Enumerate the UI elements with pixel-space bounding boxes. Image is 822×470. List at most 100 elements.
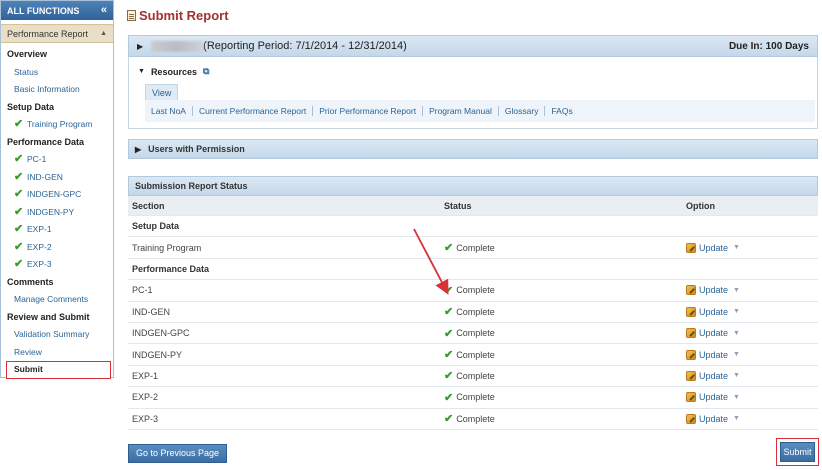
sidebar-item-label: Basic Information <box>14 84 80 94</box>
sidebar-item-pc-1[interactable]: ✔ PC-1 <box>1 151 113 169</box>
external-link-icon[interactable]: ⧉ <box>203 66 209 77</box>
status-cell: ✔ Complete <box>444 369 686 382</box>
pencil-icon[interactable] <box>686 349 696 360</box>
sidebar-item-review[interactable]: Review <box>1 344 113 362</box>
expand-triangle-icon[interactable]: ▶ <box>135 145 141 154</box>
table-row: PC-1 ✔ Complete Update ▼ <box>128 280 818 302</box>
option-cell: Update ▼ <box>686 328 818 339</box>
checkmark-icon: ✔ <box>14 240 24 253</box>
resource-link-program-manual[interactable]: Program Manual <box>422 106 498 116</box>
update-link[interactable]: Update <box>699 414 728 424</box>
sidebar-item-label: INDGEN-PY <box>27 206 75 217</box>
submit-button[interactable]: Submit <box>780 442 815 462</box>
all-functions-label: ALL FUNCTIONS <box>7 5 80 16</box>
update-link[interactable]: Update <box>699 243 728 253</box>
update-link[interactable]: Update <box>699 371 728 381</box>
column-header-status: Status <box>444 200 472 211</box>
status-cell: ✔ Complete <box>444 284 686 297</box>
submit-highlight: Submit <box>776 438 819 466</box>
status-cell: ✔ Complete <box>444 412 686 425</box>
update-link[interactable]: Update <box>699 328 728 338</box>
section-cell: PC-1 <box>132 285 153 296</box>
collapse-sidebar-icon[interactable]: « <box>101 5 107 16</box>
column-header-option: Option <box>686 200 715 211</box>
expand-triangle-icon[interactable]: ▶ <box>137 42 143 51</box>
dropdown-caret-icon[interactable]: ▼ <box>733 287 740 294</box>
resources-header[interactable]: ▼ Resources ⧉ <box>138 66 209 77</box>
checkmark-icon: ✔ <box>444 284 454 297</box>
resource-link-faqs[interactable]: FAQs <box>544 106 578 116</box>
sidebar-item-ind-gen[interactable]: ✔ IND-GEN <box>1 169 113 187</box>
sidebar-item-exp-1[interactable]: ✔ EXP-1 <box>1 221 113 239</box>
sidebar-item-basic-information[interactable]: Basic Information <box>1 81 113 99</box>
dropdown-caret-icon[interactable]: ▼ <box>733 394 740 401</box>
pencil-icon[interactable] <box>686 285 696 296</box>
option-cell: Update ▼ <box>686 392 818 403</box>
checkmark-icon: ✔ <box>444 370 454 383</box>
sidebar: ALL FUNCTIONS « Performance Report ▲ Ove… <box>0 0 114 379</box>
sidebar-item-status[interactable]: Status <box>1 64 113 82</box>
pencil-icon[interactable] <box>686 413 696 424</box>
update-link[interactable]: Update <box>699 307 728 317</box>
dropdown-caret-icon[interactable]: ▼ <box>733 330 740 337</box>
update-link[interactable]: Update <box>699 350 728 360</box>
pencil-icon[interactable] <box>686 328 696 339</box>
sidebar-item-label: EXP-2 <box>27 241 52 252</box>
sidebar-item-manage-comments[interactable]: Manage Comments <box>1 291 113 309</box>
performance-report-section[interactable]: Performance Report ▲ <box>1 24 113 43</box>
dropdown-caret-icon[interactable]: ▼ <box>733 351 740 358</box>
option-cell: Update ▼ <box>686 242 818 253</box>
pencil-icon[interactable] <box>686 242 696 253</box>
status-text: Complete <box>456 370 495 381</box>
sidebar-item-label: EXP-3 <box>27 259 52 269</box>
checkmark-icon: ✔ <box>14 205 24 218</box>
dropdown-caret-icon[interactable]: ▼ <box>733 308 740 315</box>
pencil-icon[interactable] <box>686 306 696 317</box>
section-cell: INDGEN-GPC <box>132 328 190 339</box>
tab-view[interactable]: View <box>145 84 179 100</box>
sidebar-item-submit[interactable]: Submit <box>6 361 111 379</box>
table-row: EXP-2 ✔ Complete Update ▼ <box>128 387 818 409</box>
sidebar-item-training-program[interactable]: ✔ Training Program <box>1 116 113 134</box>
report-header-bar[interactable]: ▶ (Reporting Period: 7/1/2014 - 12/31/20… <box>128 35 818 57</box>
sidebar-item-label: Status <box>14 66 39 77</box>
users-with-permission-bar[interactable]: ▶ Users with Permission <box>128 139 818 159</box>
sidebar-item-exp-2[interactable]: ✔ EXP-2 <box>1 239 113 257</box>
dropdown-caret-icon[interactable]: ▼ <box>733 244 740 251</box>
resources-links: Last NoA Current Performance Report Prior … <box>145 100 815 122</box>
collapse-triangle-icon[interactable]: ▼ <box>138 68 145 75</box>
section-cell: Training Program <box>132 242 202 253</box>
sidebar-item-indgen-gpc[interactable]: ✔ INDGEN-GPC <box>1 186 113 204</box>
pencil-icon[interactable] <box>686 392 696 403</box>
nav-section-title: Comments <box>7 276 54 287</box>
sidebar-item-indgen-py[interactable]: ✔ INDGEN-PY <box>1 204 113 222</box>
status-text: Complete <box>456 285 495 296</box>
status-cell: ✔ Complete <box>444 305 686 318</box>
table-group-row: Setup Data <box>128 216 818 238</box>
sidebar-item-label: Validation Summary <box>14 329 90 339</box>
table-row: INDGEN-GPC ✔ Complete Update ▼ <box>128 323 818 345</box>
update-link[interactable]: Update <box>699 392 728 402</box>
pencil-icon[interactable] <box>686 370 696 381</box>
submission-status-title: Submission Report Status <box>135 181 248 191</box>
section-cell: EXP-2 <box>132 392 159 403</box>
sidebar-item-validation-summary[interactable]: Validation Summary <box>1 326 113 344</box>
section-cell: INDGEN-PY <box>132 349 183 360</box>
status-text: Complete <box>456 349 495 360</box>
resource-link-last-noa[interactable]: Last NoA <box>148 106 192 116</box>
update-link[interactable]: Update <box>699 285 728 295</box>
dropdown-caret-icon[interactable]: ▼ <box>733 415 740 422</box>
document-icon <box>127 10 136 21</box>
previous-page-button[interactable]: Go to Previous Page <box>128 444 228 463</box>
status-text: Complete <box>456 306 495 317</box>
resource-link-glossary[interactable]: Glossary <box>497 106 545 116</box>
due-in-label: Due In: 100 Days <box>728 40 809 52</box>
resource-link-prior-performance-report[interactable]: Prior Performance Report <box>312 106 422 116</box>
resource-link-current-performance-report[interactable]: Current Performance Report <box>191 106 312 116</box>
status-text: Complete <box>456 328 495 339</box>
checkmark-icon: ✔ <box>444 391 454 404</box>
sidebar-item-exp-3[interactable]: ✔ EXP-3 <box>1 256 113 274</box>
dropdown-caret-icon[interactable]: ▼ <box>733 372 740 379</box>
resources-title: Resources <box>150 66 197 77</box>
checkmark-icon: ✔ <box>14 258 24 270</box>
